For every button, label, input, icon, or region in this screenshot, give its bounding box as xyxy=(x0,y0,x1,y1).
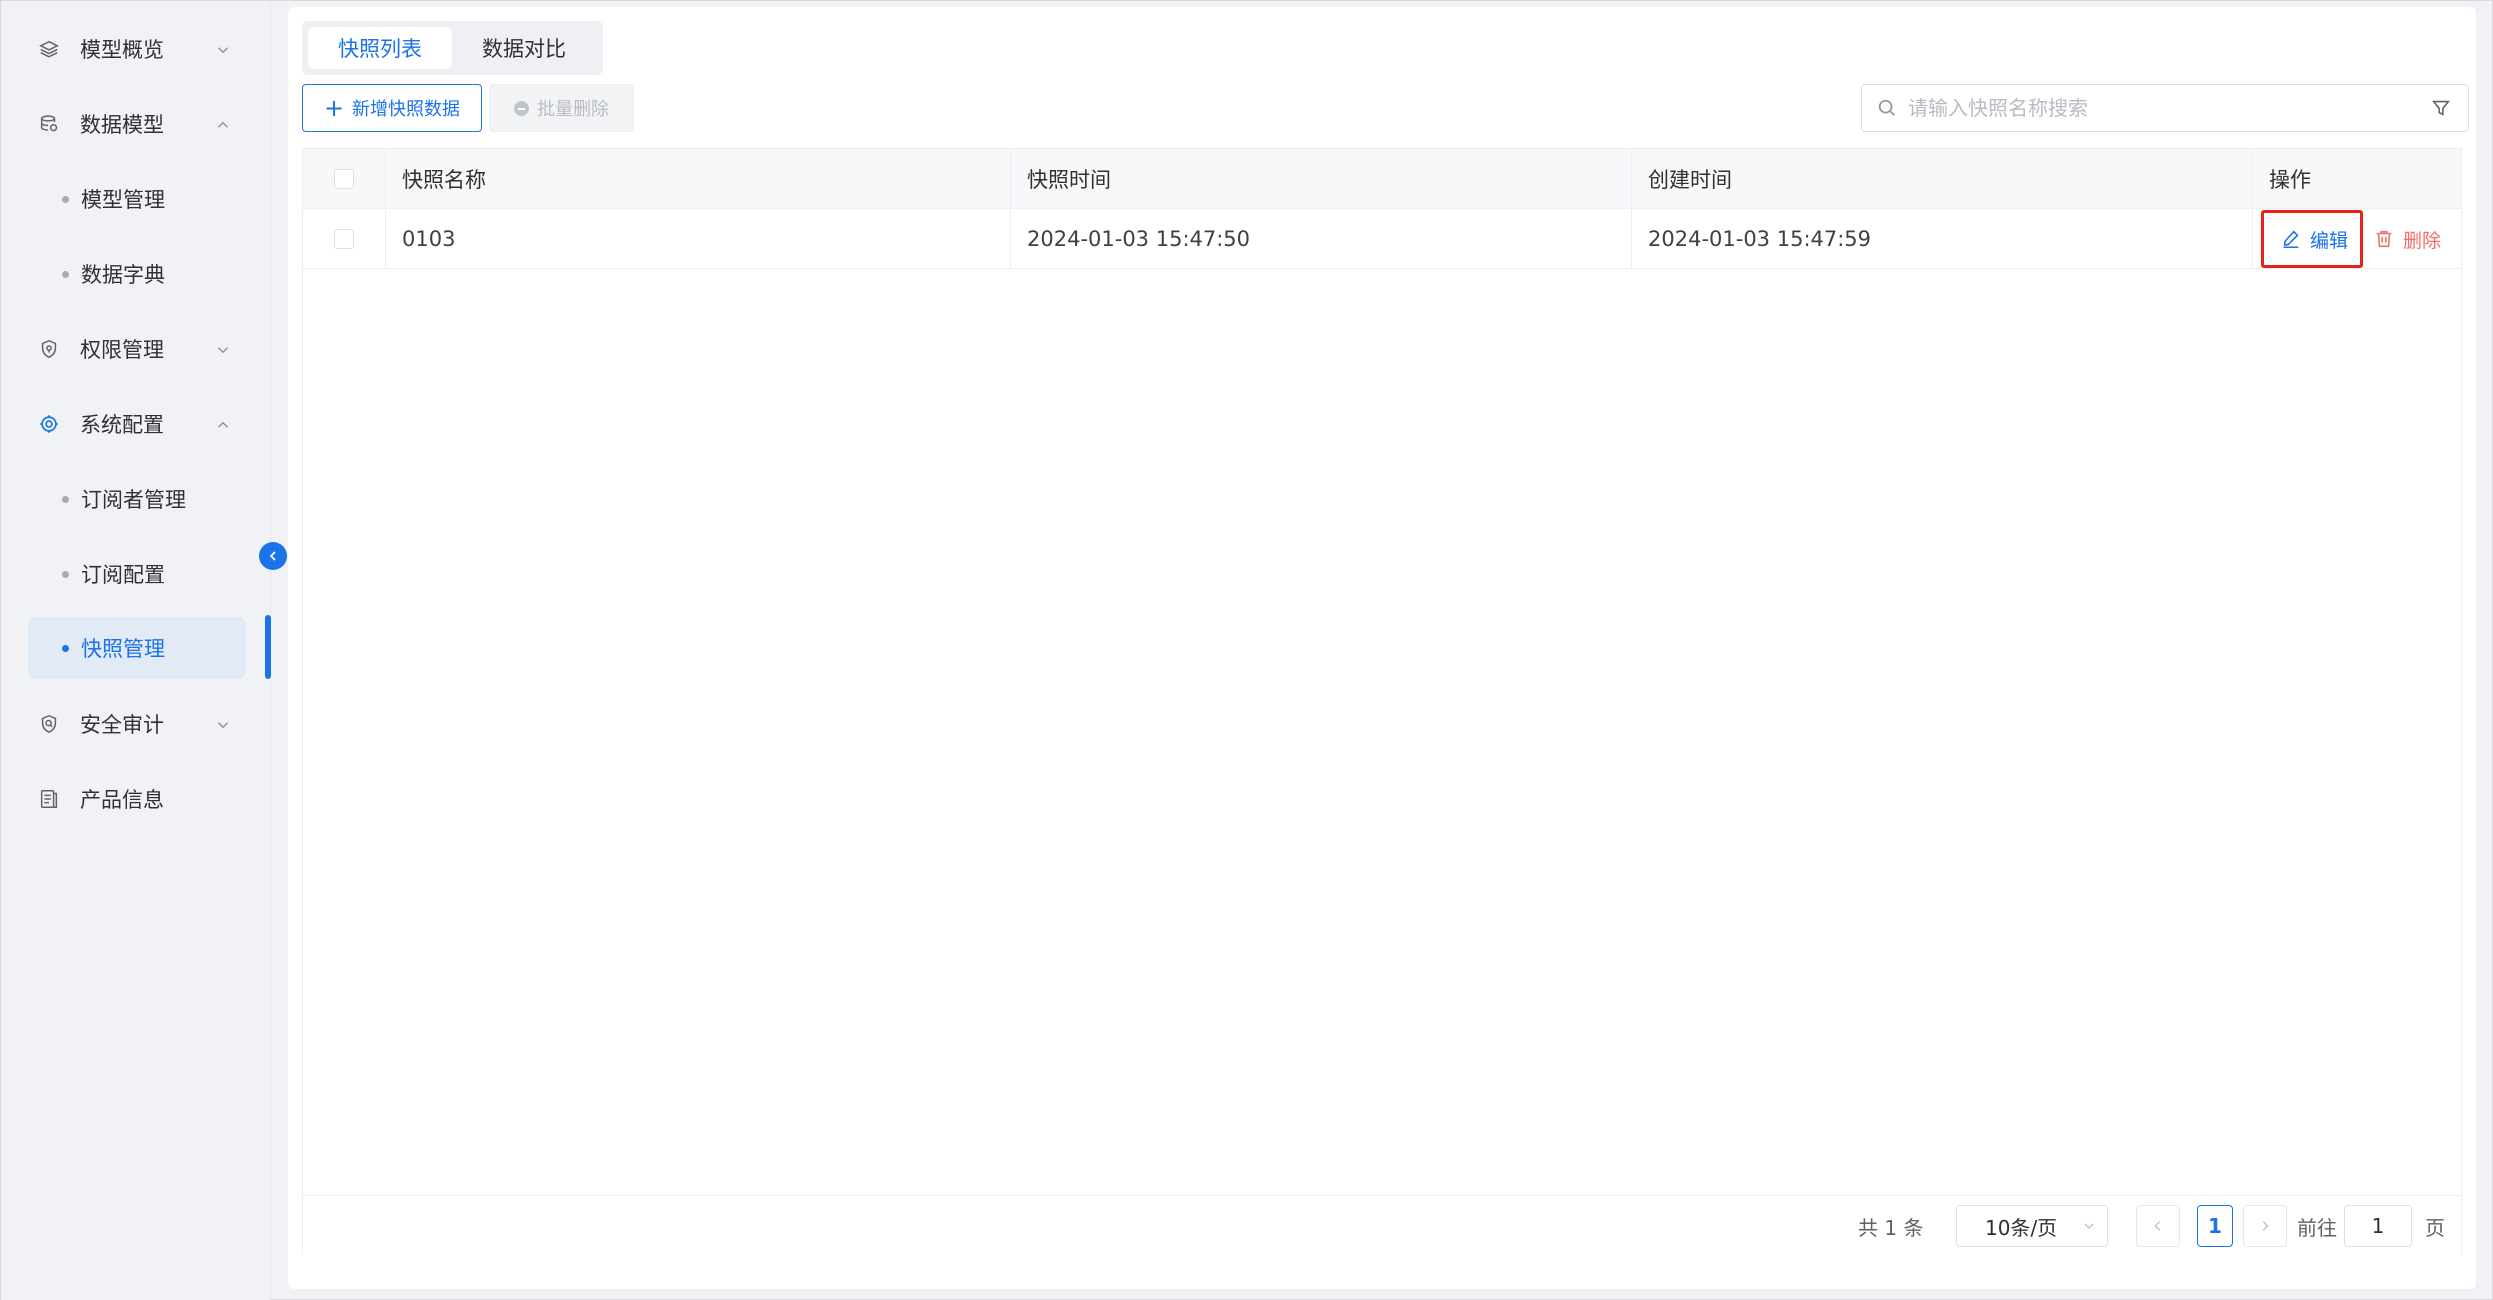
goto-page-input[interactable] xyxy=(2344,1205,2412,1247)
tab-bar: 快照列表 数据对比 xyxy=(302,21,603,75)
goto-suffix: 页 xyxy=(2425,1215,2445,1240)
shield-icon xyxy=(36,336,62,362)
cell-snapshot-time: 2024-01-03 15:47:50 xyxy=(1011,209,1632,269)
chevron-up-icon xyxy=(214,115,232,133)
sidebar: 模型概览 数据模型 模型管理 数据字典 权限管理 系统配置 订阅者管理 订阅配置… xyxy=(1,1,271,1300)
bullet-dot xyxy=(62,495,69,503)
chevron-down-icon xyxy=(214,715,232,733)
delete-label: 删除 xyxy=(2403,229,2442,252)
chevron-down-icon xyxy=(214,40,232,58)
column-header-snapshot-time: 快照时间 xyxy=(1011,149,1632,209)
cell-created-time: 2024-01-03 15:47:59 xyxy=(1632,209,2253,269)
cell-snapshot-name: 0103 xyxy=(386,209,1011,269)
chevron-down-icon xyxy=(2084,1223,2094,1230)
sidebar-item-label: 模型管理 xyxy=(81,188,165,212)
sidebar-item-snapshot-management[interactable]: 快照管理 xyxy=(28,617,246,679)
search-icon xyxy=(1878,99,1895,116)
trash-icon xyxy=(2376,230,2392,248)
bullet-dot xyxy=(62,644,69,652)
sidebar-item-label: 数据模型 xyxy=(80,113,164,137)
sidebar-item-model-management[interactable]: 模型管理 xyxy=(28,168,246,230)
add-snapshot-label: 新增快照数据 xyxy=(352,99,461,120)
database-icon xyxy=(36,111,62,137)
column-header-name: 快照名称 xyxy=(386,149,1011,209)
plus-icon: + xyxy=(323,94,345,122)
sidebar-item-label: 快照管理 xyxy=(81,637,165,661)
layers-icon xyxy=(36,36,62,62)
prev-page-button[interactable] xyxy=(2136,1205,2180,1247)
sidebar-item-subscription-config[interactable]: 订阅配置 xyxy=(28,543,246,605)
edit-label: 编辑 xyxy=(2310,229,2349,252)
table-header: 快照名称 快照时间 创建时间 操作 xyxy=(303,149,2461,209)
chevron-right-icon xyxy=(2262,1221,2269,1231)
settings-icon xyxy=(36,411,62,437)
sidebar-item-system-config[interactable]: 系统配置 xyxy=(28,393,246,455)
goto-label: 前往 xyxy=(2297,1215,2337,1240)
batch-delete-button[interactable]: 批量删除 xyxy=(489,84,634,132)
sidebar-item-data-model[interactable]: 数据模型 xyxy=(28,93,246,155)
next-page-button[interactable] xyxy=(2243,1205,2287,1247)
table-row: 0103 2024-01-03 15:47:50 2024-01-03 15:4… xyxy=(303,209,2461,269)
row-checkbox-cell xyxy=(303,209,386,269)
chevron-up-icon xyxy=(214,415,232,433)
row-checkbox[interactable] xyxy=(334,229,354,249)
search-input[interactable] xyxy=(1908,96,2430,120)
tab-data-compare[interactable]: 数据对比 xyxy=(452,27,596,69)
minus-circle-icon xyxy=(514,100,529,116)
sidebar-item-label: 权限管理 xyxy=(80,338,164,362)
sidebar-item-label: 模型概览 xyxy=(80,38,164,62)
chevron-left-icon xyxy=(2154,1221,2161,1231)
document-icon xyxy=(36,786,62,812)
pagination-bar: 共 1 条 10条/页 1 前往 页 xyxy=(303,1195,2461,1255)
active-indicator xyxy=(265,615,271,679)
total-count: 共 1 条 xyxy=(1858,1215,1924,1240)
batch-delete-label: 批量删除 xyxy=(537,99,609,120)
page-size-value: 10条/页 xyxy=(1985,1215,2058,1240)
sidebar-item-model-overview[interactable]: 模型概览 xyxy=(28,18,246,80)
page-size-select[interactable]: 10条/页 xyxy=(1956,1205,2108,1247)
collapse-sidebar-button[interactable] xyxy=(259,542,287,570)
add-snapshot-button[interactable]: + 新增快照数据 xyxy=(302,84,482,132)
column-header-actions: 操作 xyxy=(2269,168,2311,192)
bullet-dot xyxy=(62,195,69,203)
app-window: 模型概览 数据模型 模型管理 数据字典 权限管理 系统配置 订阅者管理 订阅配置… xyxy=(0,0,2493,1300)
sidebar-item-label: 订阅配置 xyxy=(81,563,165,587)
chevron-down-icon xyxy=(214,340,232,358)
sidebar-item-data-dictionary[interactable]: 数据字典 xyxy=(28,243,246,305)
sidebar-item-subscriber-management[interactable]: 订阅者管理 xyxy=(28,468,246,530)
sidebar-item-label: 数据字典 xyxy=(81,263,165,287)
bullet-dot xyxy=(62,570,69,578)
sidebar-item-permission[interactable]: 权限管理 xyxy=(28,318,246,380)
sidebar-item-product-info[interactable]: 产品信息 xyxy=(28,768,246,830)
delete-button[interactable]: 删除 xyxy=(2373,226,2441,253)
page-number-button[interactable]: 1 xyxy=(2197,1205,2233,1247)
audit-shield-icon xyxy=(36,711,62,737)
sidebar-item-label: 安全审计 xyxy=(80,713,164,737)
sidebar-item-security-audit[interactable]: 安全审计 xyxy=(28,693,246,755)
chevron-left-icon xyxy=(269,551,276,561)
filter-icon[interactable] xyxy=(2430,97,2452,119)
sidebar-item-label: 系统配置 xyxy=(80,413,164,437)
edit-button[interactable]: 编辑 xyxy=(2261,210,2364,268)
search-box xyxy=(1861,84,2469,132)
main-panel: 快照列表 数据对比 + 新增快照数据 批量删除 快照名称 xyxy=(288,7,2476,1289)
header-checkbox-cell xyxy=(303,149,386,209)
bullet-dot xyxy=(62,270,69,278)
edit-pen-icon xyxy=(2283,230,2299,249)
cell-actions: 编辑 删除 xyxy=(2253,209,2463,269)
tab-snapshot-list[interactable]: 快照列表 xyxy=(308,27,452,69)
column-header-created-time: 创建时间 xyxy=(1632,149,2253,209)
snapshot-table: 快照名称 快照时间 创建时间 操作 0103 2024-01-03 15:47:… xyxy=(302,148,2462,1255)
sidebar-item-label: 产品信息 xyxy=(80,788,164,812)
select-all-checkbox[interactable] xyxy=(334,169,354,189)
sidebar-item-label: 订阅者管理 xyxy=(81,488,186,512)
